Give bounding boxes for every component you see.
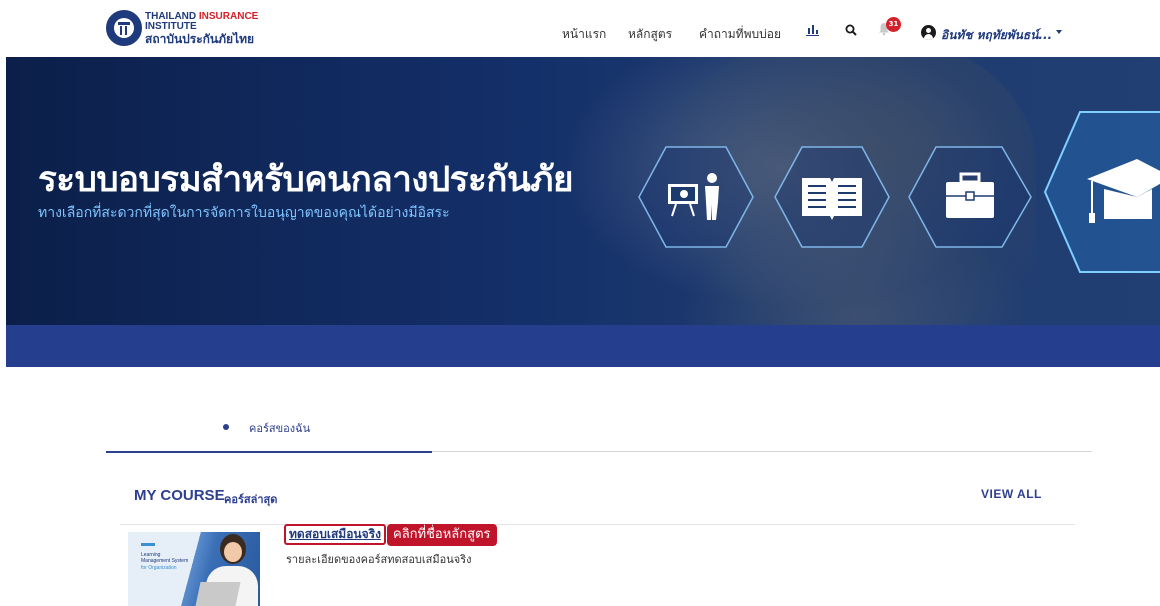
hero-banner: ระบบอบรมสำหรับคนกลางประกันภัย ทางเลือกที…	[6, 57, 1160, 325]
tab-divider	[432, 451, 1092, 452]
user-name[interactable]: อินทัช หฤทัยพันธน์...	[941, 26, 1052, 45]
notification-badge[interactable]: 31	[886, 17, 901, 32]
course-title-link[interactable]: ทดสอบเสมือนจริง	[284, 524, 386, 545]
course-description: รายละเอียดของคอร์สทดสอบเสมือนจริง	[286, 553, 472, 566]
presentation-icon	[638, 146, 754, 248]
tab-active-underline	[106, 451, 432, 453]
briefcase-icon	[908, 146, 1032, 248]
tab-my-courses[interactable]: คอร์สของฉัน	[249, 419, 310, 437]
search-icon[interactable]	[845, 24, 857, 36]
logo-emblem-icon	[106, 10, 142, 46]
logo-line1: THAILAND INSURANCE	[145, 10, 259, 22]
banner-bottom-bar	[6, 325, 1160, 367]
nav-courses[interactable]: หลักสูตร	[628, 25, 672, 44]
my-course-heading: MY COURSE	[134, 487, 225, 504]
logo-line3: สถาบันประกันภัยไทย	[145, 31, 255, 46]
thumbnail-logo-icon	[141, 543, 155, 546]
click-hint-label: คลิกที่ชื่อหลักสูตร	[387, 524, 497, 546]
top-header: THAILAND INSURANCE INSTITUTE สถาบันประกั…	[0, 0, 1160, 57]
user-avatar-icon[interactable]	[921, 25, 936, 40]
my-course-subheading: คอร์สล่าสุด	[224, 493, 278, 506]
course-thumbnail[interactable]: Learning Management System for Organizati…	[128, 532, 260, 606]
logo-line2: INSTITUTE	[145, 20, 197, 32]
book-icon	[774, 146, 890, 248]
chevron-down-icon[interactable]	[1056, 30, 1062, 34]
nav-home[interactable]: หน้าแรก	[562, 25, 606, 44]
view-all-link[interactable]: VIEW ALL	[981, 487, 1042, 501]
banner-subtitle: ทางเลือกที่สะดวกที่สุดในการจัดการใบอนุญา…	[38, 205, 450, 221]
tab-bullet-icon	[223, 424, 229, 430]
banner-title: ระบบอบรมสำหรับคนกลางประกันภัย	[38, 160, 573, 200]
graduation-cap-icon	[1043, 111, 1160, 273]
stats-icon[interactable]	[806, 25, 819, 36]
nav-faq[interactable]: คำถามที่พบบ่อย	[699, 25, 781, 44]
site-logo[interactable]: THAILAND INSURANCE INSTITUTE สถาบันประกั…	[106, 10, 258, 46]
section-divider	[120, 524, 1075, 525]
